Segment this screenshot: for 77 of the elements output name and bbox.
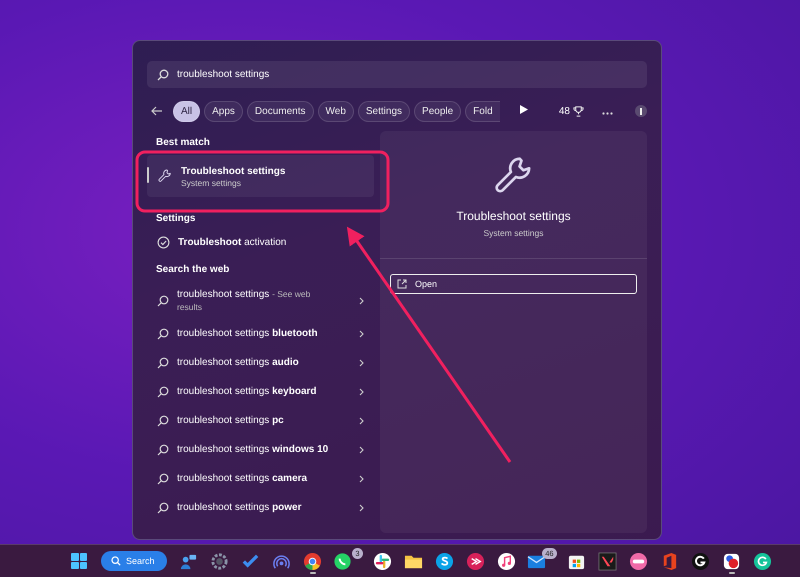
result-item[interactable]: troubleshoot settings windows 10: [147, 435, 374, 464]
search-input[interactable]: troubleshoot settings: [177, 69, 637, 80]
chevron-icon: [359, 416, 364, 424]
browser-icon: [303, 552, 322, 570]
double-chevron-icon: [466, 552, 486, 570]
open-external-icon: [397, 279, 407, 289]
section-heading: Settings: [156, 213, 196, 224]
result-title: troubleshoot settings pc: [177, 414, 285, 427]
chevron-icon: [359, 296, 364, 304]
result-title: troubleshoot settings bluetooth: [177, 327, 319, 340]
running-indicator: [310, 572, 316, 574]
result-item[interactable]: troubleshoot settings bluetooth: [147, 319, 374, 348]
chevron-icon: [359, 474, 364, 482]
result-item[interactable]: troubleshoot settings power: [147, 493, 374, 522]
filter-tab[interactable]: All: [173, 100, 200, 122]
taskbar-search-button[interactable]: Search: [101, 551, 167, 571]
preview-title: Troubleshoot settings: [456, 209, 571, 223]
music-note-icon: [497, 552, 516, 570]
result-item[interactable]: troubleshoot settings pc: [147, 406, 374, 435]
letter-s-icon: [435, 552, 454, 570]
search-icon: [157, 68, 169, 80]
trophy-icon: [573, 106, 584, 116]
play-icon: [520, 105, 528, 114]
section-heading: Search the web: [156, 264, 230, 275]
filter-tab[interactable]: Settings: [358, 100, 410, 122]
result-title: troubleshoot settings - See web results: [177, 288, 312, 314]
filter-tab[interactable]: Web: [318, 100, 354, 122]
filter-tab[interactable]: Apps: [204, 100, 243, 122]
search-field[interactable]: troubleshoot settings: [147, 61, 647, 88]
result-item[interactable]: troubleshoot settings camera: [147, 464, 374, 493]
result-subtitle: System settings: [181, 178, 242, 188]
open-button[interactable]: Open: [390, 274, 637, 294]
chevron-icon: [359, 446, 364, 454]
search-icon: [157, 444, 169, 456]
chevron-icon: [359, 504, 364, 512]
v-logo-icon: [598, 552, 618, 570]
result-title: troubleshoot settings keyboard: [177, 385, 318, 398]
result-title: Troubleshoot settings: [181, 164, 286, 178]
chevron-icon: [359, 358, 364, 366]
result-title: troubleshoot settings audio: [177, 356, 300, 369]
result-item[interactable]: Troubleshoot settings System settings: [147, 155, 374, 197]
letter-g-icon: [753, 552, 772, 570]
search-icon: [111, 556, 121, 566]
filter-tab[interactable]: Documents: [246, 100, 314, 122]
search-icon: [157, 294, 169, 306]
chevron-icon: [359, 388, 364, 396]
wrench-icon: [157, 168, 173, 184]
circles-icon: [722, 552, 742, 570]
letter-g-icon: [691, 552, 710, 570]
search-icon: [157, 502, 169, 514]
more-dots-icon: [602, 112, 613, 115]
points-count: 48: [558, 106, 570, 116]
chevron-icon: [359, 330, 364, 338]
search-icon: [157, 356, 169, 368]
running-indicator: [728, 572, 735, 574]
chat-icon: [332, 552, 352, 570]
settings-icon: [210, 552, 230, 570]
result-title: troubleshoot settings power: [177, 501, 303, 514]
check-circle-icon: [157, 236, 170, 248]
preview-subtitle: System settings: [484, 228, 544, 238]
result-item[interactable]: Troubleshoot activation: [147, 231, 374, 253]
search-icon: [157, 328, 169, 340]
result-item[interactable]: troubleshoot settings - See web results: [147, 282, 374, 319]
windows-logo-icon: [71, 553, 87, 569]
result-title: troubleshoot settings camera: [177, 472, 308, 485]
result-title: troubleshoot settings windows 10: [177, 443, 330, 456]
filter-tab[interactable]: People: [414, 100, 462, 122]
back-arrow-icon: [151, 106, 163, 116]
filter-tab[interactable]: Fold: [465, 100, 500, 122]
result-title: Troubleshoot activation: [178, 236, 288, 248]
result-item[interactable]: troubleshoot settings audio: [147, 348, 374, 377]
search-icon: [157, 386, 169, 398]
avatar-icon[interactable]: [635, 105, 647, 117]
result-item[interactable]: troubleshoot settings keyboard: [147, 377, 374, 406]
section-heading: Best match: [156, 137, 211, 148]
search-icon: [157, 414, 169, 426]
search-icon: [157, 472, 169, 484]
